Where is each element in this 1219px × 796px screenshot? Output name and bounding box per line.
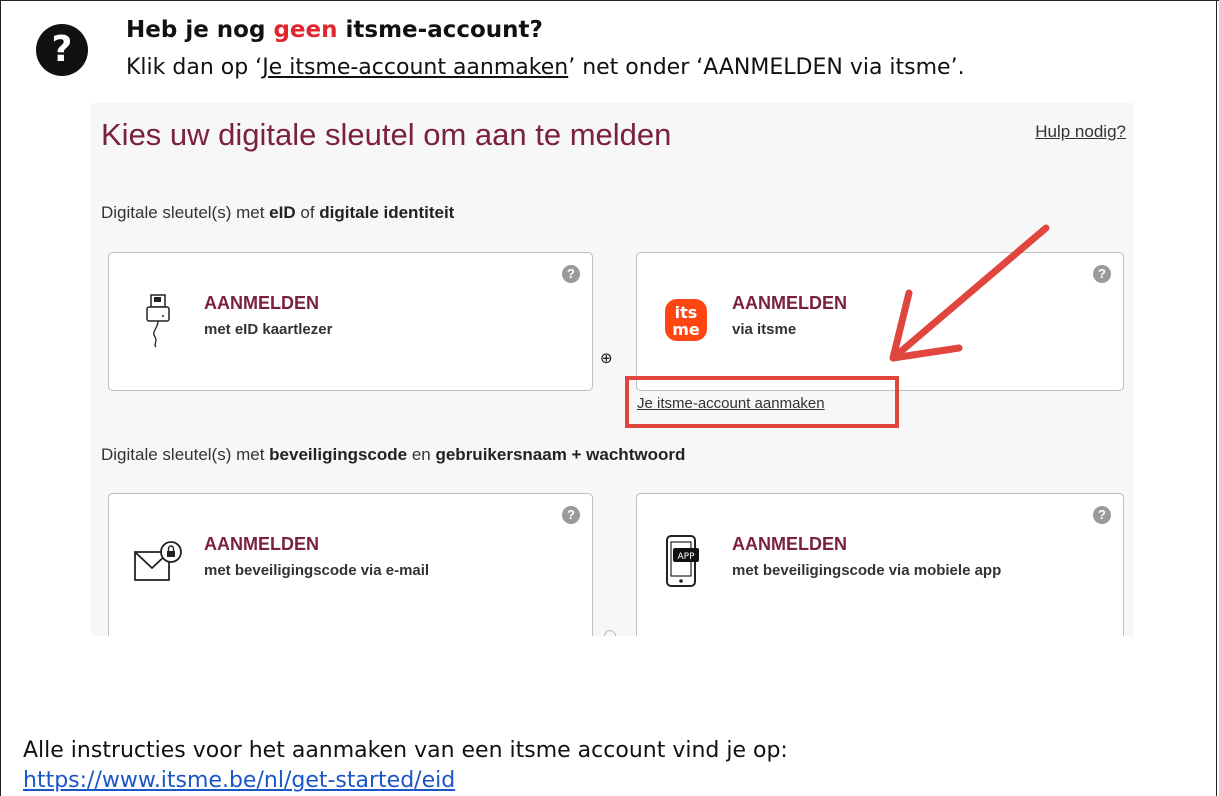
card-subtitle: met beveiligingscode via e-mail	[204, 562, 430, 579]
help-icon[interactable]: ?	[562, 506, 580, 524]
headline-highlight: geen	[273, 17, 338, 43]
help-link[interactable]: Hulp nodig?	[1035, 122, 1126, 142]
email-lock-icon	[134, 541, 182, 581]
footer-instructions: Alle instructies voor het aanmaken van e…	[23, 738, 788, 763]
help-icon[interactable]: ?	[1093, 265, 1111, 283]
card-title: AANMELDEN	[732, 534, 847, 554]
instruction-link-text: Je itsme-account aanmaken	[262, 55, 569, 80]
itsme-logo-icon: its me	[665, 299, 707, 341]
section-label-code: Digitale sleutel(s) met beveiligingscode…	[101, 445, 686, 464]
itsme-instructions-link[interactable]: https://www.itsme.be/nl/get-started/eid	[23, 768, 455, 793]
card-title: AANMELDEN	[204, 293, 319, 313]
card-subtitle: met eID kaartlezer	[204, 321, 333, 338]
card-title: AANMELDEN	[732, 293, 847, 313]
eid-card-reader-option[interactable]: ? AANMELDEN met eID kaartlezer	[108, 252, 593, 391]
card-subtitle: via itsme	[732, 321, 797, 338]
email-code-option[interactable]: ? AANMELDEN met beveiligingscode via e-m…	[108, 493, 593, 636]
create-itsme-account-link[interactable]: Je itsme-account aanmaken	[637, 395, 825, 412]
instruction-text: Klik dan op ‘Je itsme-account aanmaken’ …	[126, 55, 965, 80]
svg-text:me: me	[672, 320, 700, 339]
itsme-option[interactable]: ? its me AANMELDEN via itsme	[636, 252, 1124, 391]
help-icon[interactable]: ?	[1093, 506, 1111, 524]
mobile-app-icon: APP	[666, 535, 699, 587]
section-label-eid: Digitale sleutel(s) met eID of digitale …	[101, 203, 455, 222]
question-icon: ?	[36, 24, 88, 76]
svg-text:APP: APP	[677, 552, 695, 562]
card-reader-icon	[146, 294, 170, 348]
card-title: AANMELDEN	[204, 534, 319, 554]
plus-icon: ⊕	[600, 349, 613, 367]
divider-dot	[604, 630, 616, 636]
headline: Heb je nog geen itsme-account?	[126, 17, 543, 43]
card-subtitle: met beveiligingscode via mobiele app	[732, 562, 1002, 579]
login-screenshot: Kies uw digitale sleutel om aan te melde…	[91, 103, 1134, 636]
mobile-app-code-option[interactable]: ? APP AANMELDEN met beveiligingscode via…	[636, 493, 1124, 636]
help-icon[interactable]: ?	[562, 265, 580, 283]
login-title: Kies uw digitale sleutel om aan te melde…	[101, 117, 672, 152]
